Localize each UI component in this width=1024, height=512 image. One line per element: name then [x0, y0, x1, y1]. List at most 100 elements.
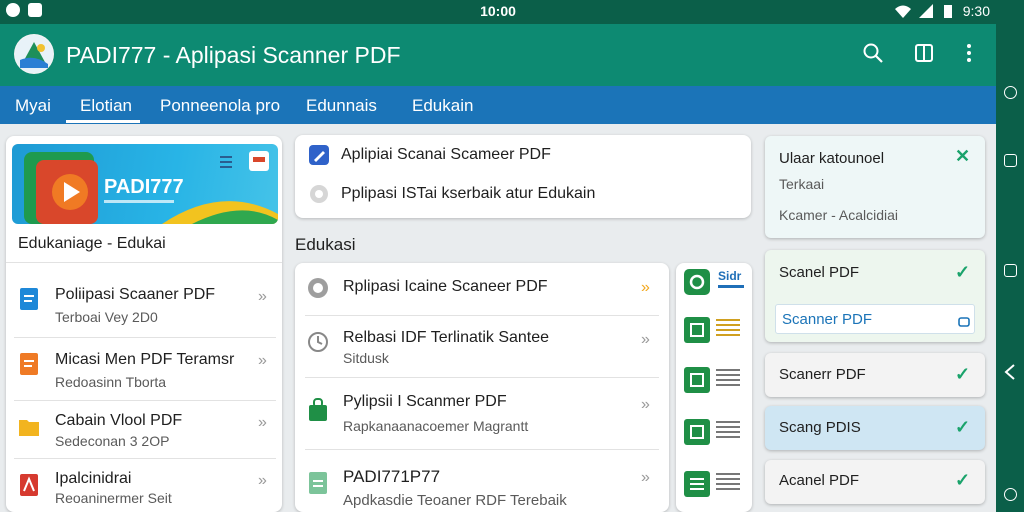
status-bar: 10:00 9:30 — [0, 0, 996, 24]
right-header-card[interactable]: Ulaar katounoel Terkaai Kcamer - Acalcid… — [765, 136, 985, 238]
more-vert-icon[interactable] — [958, 42, 980, 64]
doc-green-icon — [309, 472, 327, 494]
folder-yellow-icon — [19, 420, 39, 436]
list-item-subtitle: Sedeconan 3 2OP — [55, 433, 170, 449]
right-card-title: Ulaar katounoel — [779, 150, 885, 167]
right-card-line-3: Kcamer - Acalcidiai — [779, 207, 899, 223]
status-right-time: 9:30 — [962, 3, 990, 19]
list-item-title: Poliipasi Scaaner PDF — [55, 286, 216, 303]
left-panel-heading: Edukaniage - Edukai — [18, 235, 166, 252]
thumb-text-lines — [716, 421, 740, 441]
divider — [305, 377, 659, 378]
status-time: 10:00 — [480, 3, 516, 19]
app-thumb-icon[interactable] — [684, 269, 710, 295]
right-item-label: Scanel PDF — [779, 264, 860, 281]
square-green-icon[interactable] — [684, 419, 710, 445]
active-tab-indicator — [66, 120, 140, 123]
chevron-right-icon: » — [641, 331, 650, 348]
right-item-3[interactable]: Scang PDIS ✓ — [765, 406, 985, 450]
app-logo — [14, 34, 54, 74]
list-item-title: Cabain Vlool PDF — [55, 412, 183, 429]
thumb-text-lines — [716, 369, 740, 389]
divider — [305, 315, 659, 316]
signal-icon — [918, 4, 933, 18]
flag-icon[interactable] — [248, 150, 270, 172]
chevron-right-icon: » — [641, 469, 650, 486]
chevron-right-icon: » — [641, 396, 650, 413]
tab-ponneenola-pro[interactable]: Ponneenola pro — [160, 96, 280, 116]
right-item-2[interactable]: Scanerr PDF ✓ — [765, 353, 985, 397]
wifi-icon — [894, 5, 911, 18]
lock-green-icon — [309, 398, 327, 421]
home-icon[interactable] — [1004, 86, 1017, 99]
book-icon[interactable] — [913, 42, 935, 64]
back-icon[interactable] — [1003, 364, 1017, 380]
tab-bar: Myai Elotian Ponneenola pro Edunnais Edu… — [0, 86, 996, 124]
recents-icon[interactable] — [1004, 264, 1017, 277]
square-green-icon[interactable] — [684, 367, 710, 393]
right-item-label: Acanel PDF — [779, 472, 860, 489]
thumb-line — [718, 285, 744, 288]
battery-icon — [943, 5, 952, 18]
chevron-right-icon: » — [258, 288, 267, 305]
middle-list-card: Rplipasi Icaine Scaneer PDF » Relbasi ID… — [295, 263, 669, 512]
thumbnail-column: Sidr — [676, 263, 752, 512]
info-line-2: Pplipasi ISTai kserbaik atur Edukain — [341, 185, 596, 202]
square-green-icon[interactable] — [684, 317, 710, 343]
check-icon: ✓ — [955, 470, 971, 490]
app-title: PADI777 - Aplipasi Scanner PDF — [66, 42, 401, 68]
list-item-title: PADI771P77 — [343, 467, 441, 486]
right-card-line-2: Terkaai — [779, 176, 825, 192]
section-title: Edukasi — [295, 235, 356, 254]
divider — [14, 458, 276, 459]
scan-gray-icon — [308, 278, 328, 298]
recents-icon[interactable] — [1004, 154, 1017, 167]
system-nav-bar — [996, 0, 1024, 512]
list-item-subtitle: Redoasinn Tborta — [55, 374, 167, 390]
banner-title: PADI777 — [104, 176, 184, 198]
list-item-subtitle: Rapkanaanacoemer Magrantt — [343, 418, 529, 434]
tab-myai[interactable]: Myai — [15, 96, 51, 116]
right-item-4[interactable]: Acanel PDF ✓ — [765, 460, 985, 504]
list-item-title: Rplipasi Icaine Scaneer PDF — [343, 278, 548, 295]
divider — [6, 262, 282, 263]
check-icon: ✓ — [955, 262, 971, 282]
check-icon: ✓ — [955, 417, 971, 437]
scanner-pdf-field[interactable]: Scanner PDF — [775, 304, 975, 334]
info-line-1: Aplipiai Scanai Scameer PDF — [341, 146, 551, 163]
list-item-title: Micasi Men PDF Teramsr — [55, 351, 235, 368]
list-item-subtitle: Sitdusk — [343, 350, 389, 366]
pen-icon — [309, 145, 329, 165]
check-icon: ✓ — [955, 364, 971, 384]
right-item-1[interactable]: Scanel PDF ✓ Scanner PDF — [765, 250, 985, 342]
home-icon[interactable] — [1004, 488, 1017, 501]
chevron-right-icon: » — [258, 352, 267, 369]
tab-edukain[interactable]: Edukain — [412, 96, 473, 116]
info-card[interactable]: Aplipiai Scanai Scameer PDF Pplipasi IST… — [295, 135, 751, 218]
menu-icon[interactable] — [220, 152, 250, 172]
list-green-icon[interactable] — [684, 471, 710, 497]
list-item-title: Relbasi IDF Terlinatik Santee — [343, 329, 550, 346]
clock-icon — [308, 332, 328, 352]
list-item-title: Ipalcinidrai — [55, 470, 132, 487]
search-icon[interactable] — [862, 42, 884, 64]
chevron-right-icon: » — [258, 414, 267, 431]
thumb-label: Sidr — [718, 269, 742, 283]
tab-edunnais[interactable]: Edunnais — [306, 96, 377, 116]
promo-banner[interactable]: PADI777 — [12, 144, 278, 224]
app-bar: PADI777 - Aplipasi Scanner PDF — [0, 24, 996, 86]
list-item-subtitle: Terboai Vey 2D0 — [55, 309, 158, 325]
chevron-right-icon: » — [258, 472, 267, 489]
pdf-red-icon — [20, 474, 38, 496]
close-icon[interactable]: ✕ — [955, 146, 970, 167]
doc-blue-icon — [20, 288, 38, 310]
divider — [305, 449, 659, 450]
field-label: Scanner PDF — [782, 311, 873, 328]
circle-icon — [310, 185, 328, 203]
thumb-text-lines — [716, 319, 740, 339]
lock-icon — [958, 317, 970, 327]
divider — [14, 337, 276, 338]
tab-elotian[interactable]: Elotian — [80, 96, 132, 116]
chevron-right-icon: » — [641, 279, 650, 296]
banner-subtitle-line — [104, 200, 174, 203]
